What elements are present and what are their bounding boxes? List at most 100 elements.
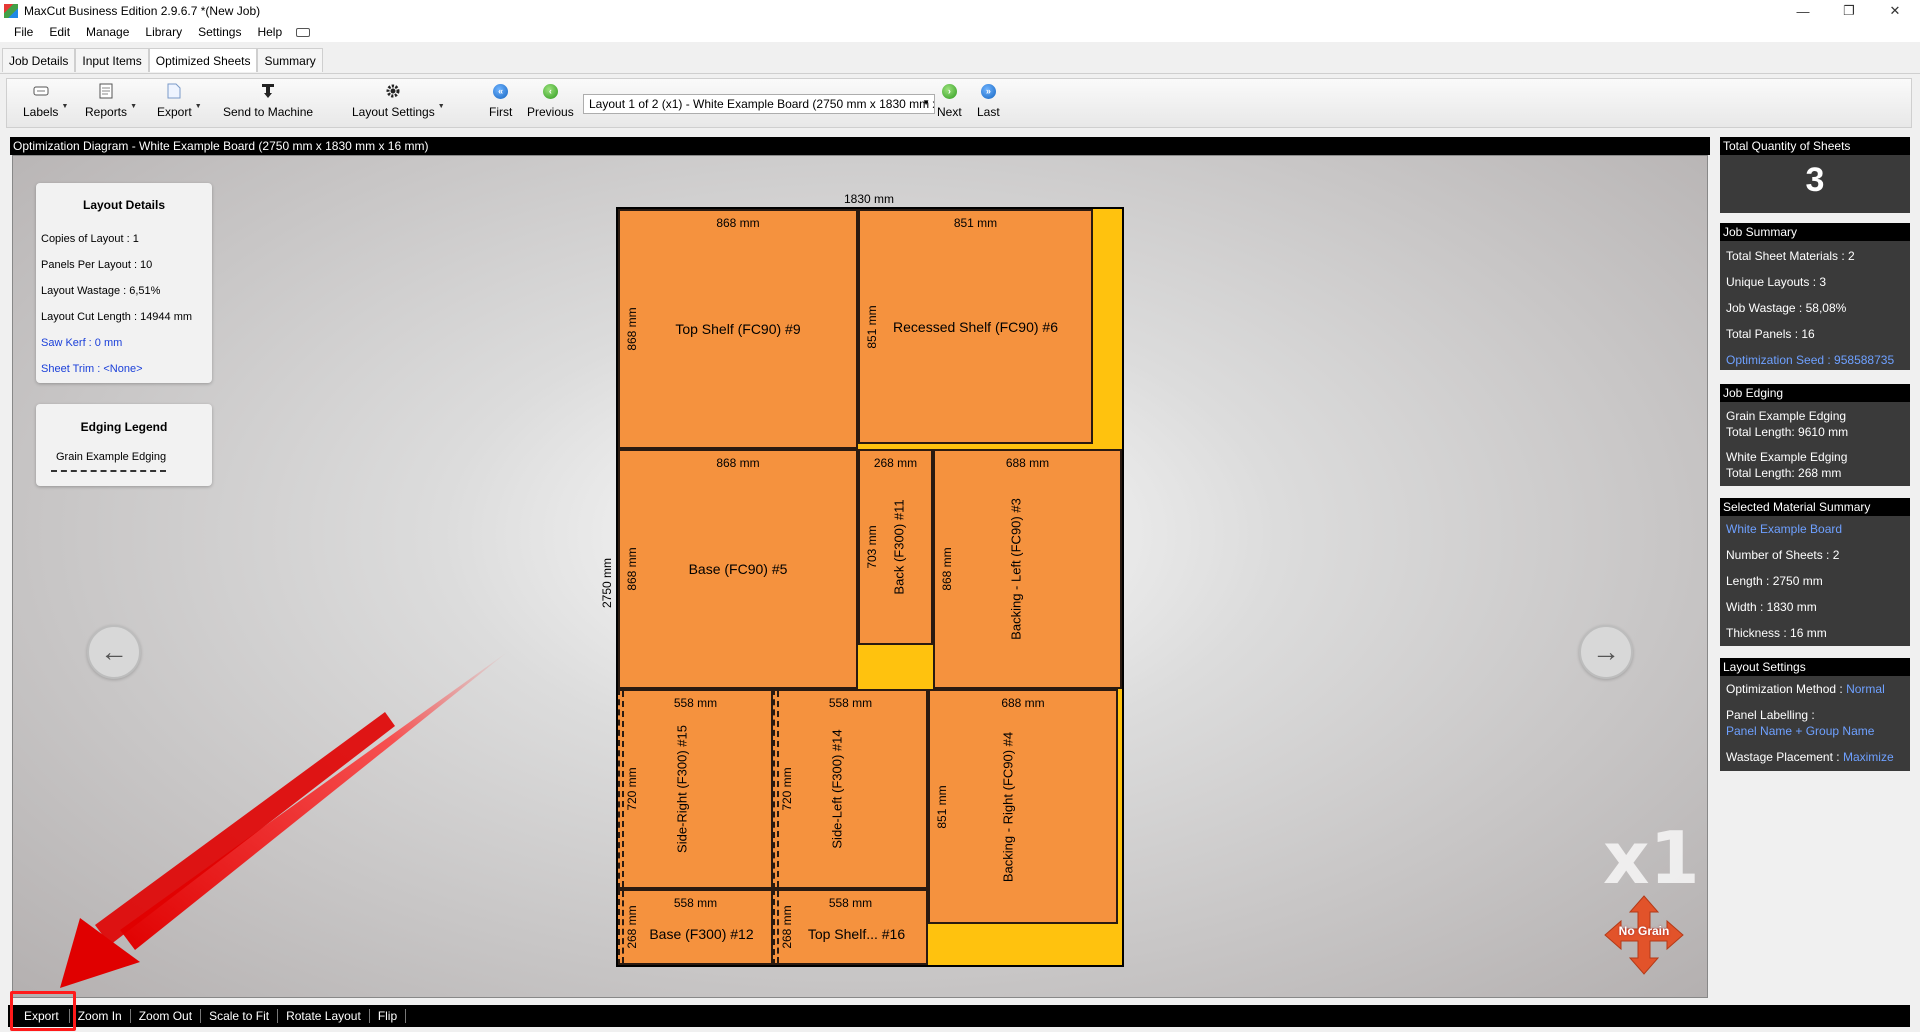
sheet-trim-link[interactable]: Sheet Trim : <None> — [41, 363, 143, 375]
reports-label: Reports — [85, 105, 128, 119]
panel-width-label: 558 mm — [673, 896, 718, 910]
sheet-width-label: 1830 mm — [844, 192, 895, 206]
layout-details-card: Layout Details Copies of Layout : 1 Pane… — [36, 183, 212, 383]
menu-library[interactable]: Library — [137, 25, 190, 39]
export-highlight-box — [10, 991, 76, 1031]
edging1-length: Total Length: 9610 mm — [1726, 425, 1849, 439]
chevron-down-icon[interactable]: ▼ — [438, 103, 445, 110]
material-name-link[interactable]: White Example Board — [1726, 522, 1842, 536]
optimization-method-value[interactable]: Normal — [1846, 682, 1885, 696]
panel-base-12[interactable]: 558 mm 268 mm Base (F300) #12 — [618, 889, 773, 965]
chevron-down-icon[interactable]: ▼ — [130, 103, 137, 110]
previous-layout-arrow[interactable]: ← — [87, 625, 141, 679]
menu-edit[interactable]: Edit — [41, 25, 78, 39]
last-button[interactable]: » Last — [977, 83, 1000, 125]
previous-button[interactable]: ‹ Previous — [527, 83, 574, 125]
export-toolbar-button[interactable]: Export ▼ — [157, 83, 202, 125]
wastage-placement: Wastage Placement : Maximize — [1726, 750, 1894, 764]
tab-job-details[interactable]: Job Details — [2, 48, 76, 72]
panel-side-right-15[interactable]: 558 mm 720 mm Side-Right (F300) #15 — [618, 689, 773, 889]
panel-backing-left-3[interactable]: 688 mm 868 mm Backing - Left (FC90) #3 — [933, 449, 1122, 689]
maximize-icon[interactable]: ❐ — [1826, 0, 1872, 22]
menu-manage[interactable]: Manage — [78, 25, 137, 39]
total-panels: Total Panels : 16 — [1726, 327, 1815, 341]
panel-width-label: 868 mm — [716, 216, 760, 230]
chevron-down-icon[interactable]: ▼ — [61, 103, 68, 110]
labels-button[interactable]: Labels ▼ — [23, 83, 68, 125]
tab-summary[interactable]: Summary — [257, 48, 323, 72]
job-wastage: Job Wastage : 58,08% — [1726, 301, 1847, 315]
panel-name: Backing - Left (FC90) #3 — [1008, 498, 1024, 640]
panel-name: Side-Left (F300) #14 — [829, 729, 845, 849]
previous-icon: ‹ — [542, 83, 558, 99]
edging-legend-item: Grain Example Edging — [56, 451, 167, 463]
arrow-right-icon: → — [1592, 636, 1620, 667]
tab-input-items[interactable]: Input Items — [75, 48, 149, 72]
unique-layouts: Unique Layouts : 3 — [1726, 275, 1827, 289]
panel-top-shelf-16[interactable]: 558 mm 268 mm Top Shelf... #16 — [773, 889, 928, 965]
chevron-down-icon[interactable]: ▼ — [195, 103, 202, 110]
optimization-method-label: Optimization Method : — [1726, 682, 1843, 696]
edging-legend-title: Edging Legend — [80, 420, 168, 434]
panel-width-label: 688 mm — [1005, 456, 1050, 470]
scale-to-fit-button[interactable]: Scale to Fit — [201, 1009, 279, 1023]
panel-width-label: 558 mm — [828, 696, 873, 710]
panel-backing-right-4[interactable]: 688 mm 851 mm Backing - Right (FC90) #4 — [928, 689, 1118, 924]
menu-help[interactable]: Help — [249, 25, 290, 39]
panel-name: Recessed Shelf (FC90) #6 — [893, 318, 1058, 335]
panel-side-left-14[interactable]: 558 mm 720 mm Side-Left (F300) #14 — [773, 689, 928, 889]
panel-base-5[interactable]: 868 mm 868 mm Base (FC90) #5 — [618, 449, 858, 689]
chevron-down-icon[interactable]: ▼ — [922, 98, 930, 107]
layout-settings-button[interactable]: Layout Settings ▼ — [352, 83, 445, 125]
first-icon: « — [493, 83, 509, 99]
panel-top-shelf-9[interactable]: 868 mm 868 mm Top Shelf (FC90) #9 — [618, 209, 858, 449]
optimization-diagram[interactable]: Layout Details Copies of Layout : 1 Pane… — [12, 155, 1708, 998]
panel-name: Backing - Right (FC90) #4 — [1000, 731, 1016, 882]
edging2-name: White Example Edging — [1726, 450, 1848, 464]
panel-name: Top Shelf (FC90) #9 — [675, 321, 801, 337]
total-sheet-materials: Total Sheet Materials : 2 — [1726, 249, 1855, 263]
wastage-placement-label: Wastage Placement : — [1726, 750, 1840, 764]
minimize-icon[interactable]: — — [1780, 0, 1826, 22]
flip-button[interactable]: Flip — [370, 1009, 407, 1023]
close-icon[interactable]: ✕ — [1872, 0, 1918, 22]
optimization-seed-link[interactable]: Optimization Seed : 958588735 — [1726, 353, 1894, 367]
next-button[interactable]: › Next — [937, 83, 962, 125]
edging2-length: Total Length: 268 mm — [1726, 466, 1842, 480]
toolbar: Labels ▼ Reports ▼ Export ▼ Send to Mach… — [6, 78, 1912, 128]
menu-file[interactable]: File — [6, 25, 41, 39]
copies-of-layout: Copies of Layout : 1 — [41, 233, 139, 245]
panel-labelling-value[interactable]: Panel Name + Group Name — [1726, 724, 1874, 738]
job-edging-box: Job Edging Grain Example Edging Total Le… — [1720, 384, 1910, 486]
layout-select[interactable]: Layout 1 of 2 (x1) - White Example Board… — [583, 94, 935, 114]
edging1-name: Grain Example Edging — [1726, 409, 1847, 423]
panel-recessed-shelf-6[interactable]: 851 mm 851 mm Recessed Shelf (FC90) #6 — [858, 209, 1093, 444]
tab-optimized-sheets[interactable]: Optimized Sheets — [148, 48, 258, 72]
labels-icon — [32, 83, 50, 99]
send-to-machine-button[interactable]: Send to Machine — [223, 83, 313, 125]
last-label: Last — [977, 105, 1000, 119]
menu-settings[interactable]: Settings — [190, 25, 249, 39]
first-button[interactable]: « First — [489, 83, 512, 125]
reports-button[interactable]: Reports ▼ — [85, 83, 137, 125]
panel-height-label: 720 mm — [780, 767, 794, 811]
rotate-layout-button[interactable]: Rotate Layout — [278, 1009, 370, 1023]
panel-width-label: 268 mm — [873, 456, 918, 470]
panel-back-11[interactable]: 268 mm 703 mm Back (F300) #11 — [858, 449, 933, 645]
diagram-header: Optimization Diagram - White Example Boa… — [10, 137, 1710, 155]
zoom-out-button[interactable]: Zoom Out — [131, 1009, 202, 1023]
menu-bar: File Edit Manage Library Settings Help — [0, 22, 1920, 42]
saw-kerf-link[interactable]: Saw Kerf : 0 mm — [41, 337, 122, 349]
layout-wastage: Layout Wastage : 6,51% — [41, 285, 161, 297]
diagram-action-bar: Export Zoom In Zoom Out Scale to Fit Rot… — [8, 1005, 1910, 1027]
no-grain-label: No Grain — [1618, 924, 1670, 938]
total-quantity-header: Total Quantity of Sheets — [1720, 137, 1910, 155]
no-grain-indicator: No Grain — [1603, 894, 1685, 976]
keyboard-icon[interactable] — [296, 27, 311, 37]
gear-icon — [384, 83, 402, 99]
panel-height-label: 720 mm — [625, 767, 639, 811]
sheet-board[interactable]: 868 mm 868 mm Top Shelf (FC90) #9 851 mm… — [616, 207, 1124, 967]
wastage-placement-value[interactable]: Maximize — [1843, 750, 1894, 764]
zoom-in-button[interactable]: Zoom In — [70, 1009, 131, 1023]
next-layout-arrow[interactable]: → — [1579, 625, 1633, 679]
